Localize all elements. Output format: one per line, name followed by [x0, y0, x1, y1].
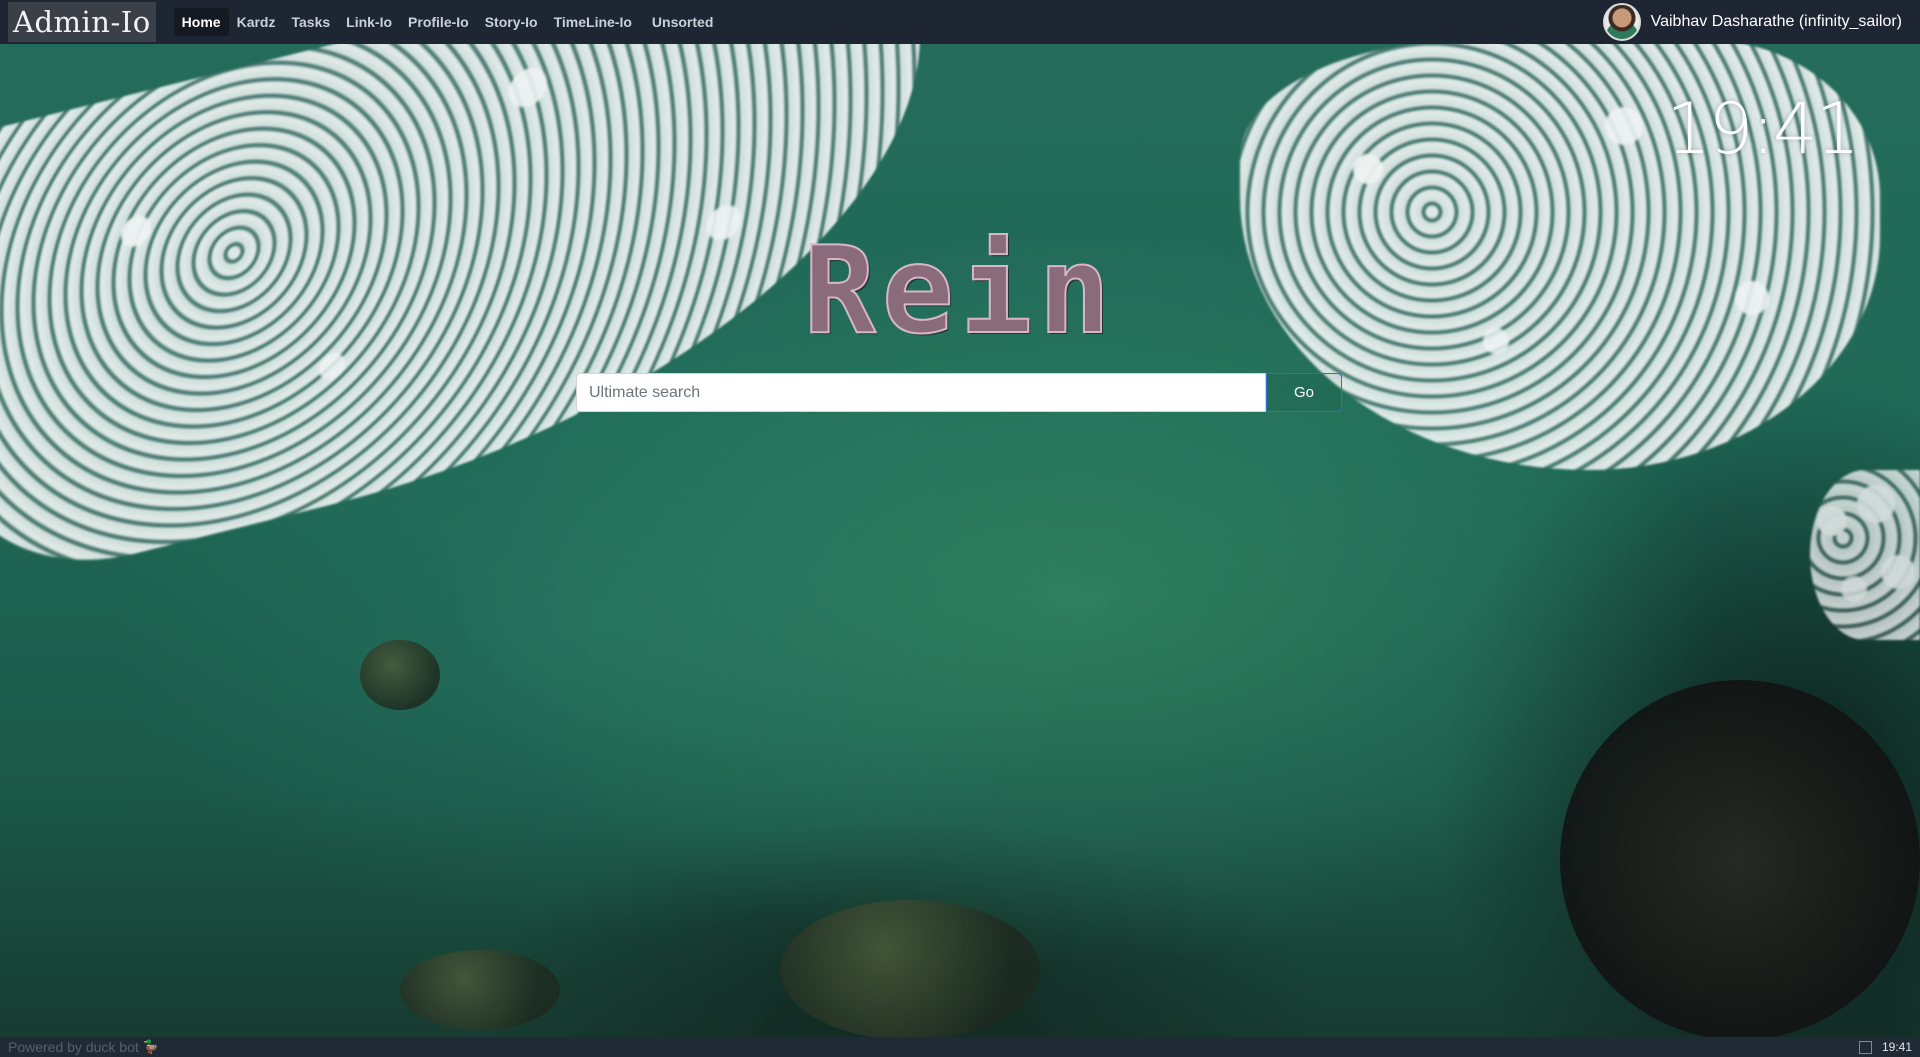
fullscreen-icon[interactable] — [1858, 1040, 1872, 1054]
nav-link-unsorted[interactable]: Unsorted — [644, 8, 721, 36]
nav-link-kardz[interactable]: Kardz — [229, 8, 284, 36]
go-button[interactable]: Go — [1266, 373, 1342, 412]
rock — [780, 900, 1040, 1040]
rock — [1560, 680, 1920, 1040]
search-bar: Go — [576, 373, 1342, 412]
wave-foam-edge — [1810, 470, 1920, 640]
clock-display: 19:41 — [1666, 88, 1860, 170]
nav-link-home[interactable]: Home — [173, 8, 229, 36]
footer-right: 19:41 — [1858, 1040, 1912, 1054]
rock — [400, 950, 560, 1030]
footer-time: 19:41 — [1881, 1040, 1912, 1054]
powered-by-text: Powered by duck bot — [8, 1039, 139, 1055]
nav-link-timeline-io[interactable]: TimeLine-Io — [546, 8, 640, 36]
duck-icon: 🦆 — [142, 1039, 159, 1054]
top-navbar: Admin-Io Home Kardz Tasks Link-Io Profil… — [0, 0, 1920, 44]
footer-credit: Powered by duck bot 🦆 — [8, 1039, 159, 1055]
nav-links: Home Kardz Tasks Link-Io Profile-Io Stor… — [173, 8, 722, 36]
rock — [360, 640, 440, 710]
avatar[interactable] — [1602, 3, 1641, 41]
user-name[interactable]: Vaibhav Dasharathe (infinity_sailor) — [1651, 13, 1902, 31]
ocean-background — [0, 0, 1920, 1057]
search-input[interactable] — [576, 373, 1266, 412]
nav-link-tasks[interactable]: Tasks — [283, 8, 338, 36]
nav-link-profile-io[interactable]: Profile-Io — [400, 8, 477, 36]
footer-bar: Powered by duck bot 🦆 19:41 — [0, 1037, 1920, 1057]
nav-link-link-io[interactable]: Link-Io — [338, 8, 400, 36]
app-page: Admin-Io Home Kardz Tasks Link-Io Profil… — [0, 0, 1920, 1057]
nav-link-story-io[interactable]: Story-Io — [477, 8, 546, 36]
brand-logo[interactable]: Admin-Io — [8, 2, 156, 42]
user-menu[interactable]: Vaibhav Dasharathe (infinity_sailor) — [1602, 3, 1920, 41]
hero-title: Rein — [803, 222, 1117, 361]
